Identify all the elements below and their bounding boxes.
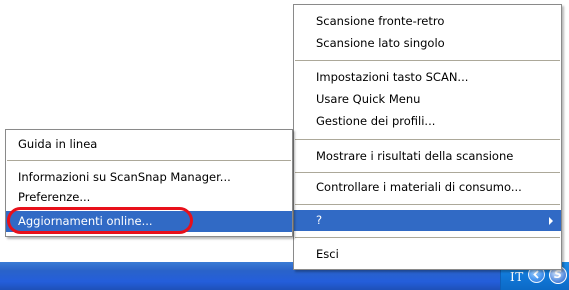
language-indicator[interactable]: IT (510, 270, 524, 284)
scansnap-context-menu: Scansione fronte-retro Scansione lato si… (293, 4, 562, 270)
submenu-item-about[interactable]: Informazioni su ScanSnap Manager... (6, 167, 292, 188)
menu-item-scan-button-settings[interactable]: Impostazioni tasto SCAN... (294, 67, 561, 88)
menu-item-duplex-scan[interactable]: Scansione fronte-retro (294, 11, 561, 32)
submenu-item-preferences[interactable]: Preferenze... (6, 187, 292, 208)
menu-item-check-consumables[interactable]: Controllare i materiali di consumo... (294, 177, 561, 198)
menu-separator (295, 139, 560, 141)
chevron-left-icon (533, 270, 539, 279)
menu-item-quick-menu[interactable]: Usare Quick Menu (294, 89, 561, 110)
screen: IT S Scansione fronte-retro Scansione la… (0, 0, 569, 290)
menu-item-profile-management[interactable]: Gestione dei profili... (294, 111, 561, 132)
menu-separator (295, 172, 560, 174)
menu-item-simplex-scan[interactable]: Scansione lato singolo (294, 33, 561, 54)
help-submenu: Guida in linea Informazioni su ScanSnap … (5, 129, 293, 237)
menu-separator (295, 237, 560, 239)
submenu-arrow-icon (549, 217, 553, 225)
menu-separator (7, 160, 291, 162)
menu-item-help-label: ? (316, 213, 323, 227)
menu-separator (295, 60, 560, 62)
menu-item-show-scan-results[interactable]: Mostrare i risultati della scansione (294, 146, 561, 167)
menu-item-exit[interactable]: Esci (294, 244, 561, 265)
menu-separator (295, 204, 560, 206)
submenu-item-online-help[interactable]: Guida in linea (6, 134, 292, 155)
menu-item-help[interactable]: ? (294, 210, 561, 231)
submenu-item-online-updates[interactable]: Aggiornamenti online... (6, 211, 292, 232)
